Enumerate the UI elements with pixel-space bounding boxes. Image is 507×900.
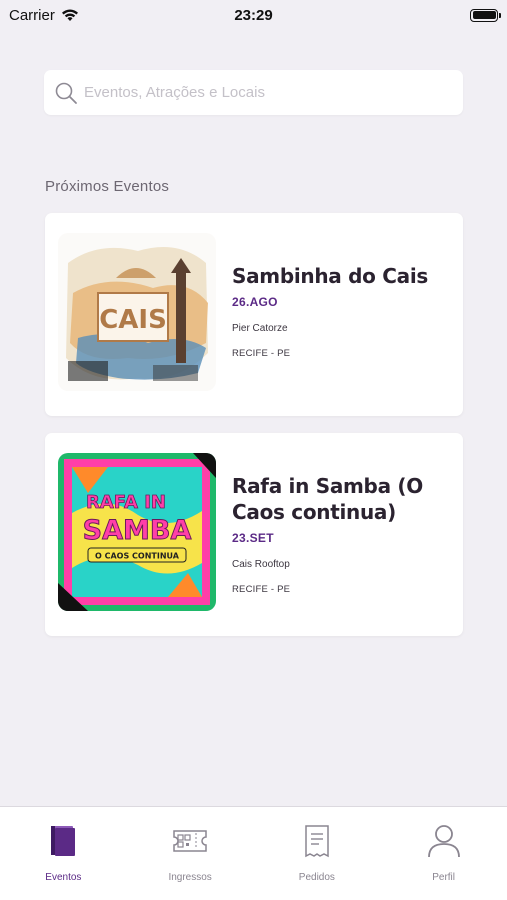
event-venue: Pier Catorze xyxy=(232,323,288,334)
tab-eventos[interactable]: Eventos xyxy=(0,807,127,900)
tab-label: Ingressos xyxy=(168,872,212,883)
tab-pedidos[interactable]: Pedidos xyxy=(254,807,381,900)
event-title[interactable]: Rafa in Samba (O Caos continua) xyxy=(232,473,447,525)
search-icon xyxy=(55,82,77,104)
event-poster-rafa: RAFA IN SAMBA O CAOS CONTINUA xyxy=(58,453,216,611)
event-info: Rafa in Samba (O Caos continua) 23.SET C… xyxy=(232,473,447,595)
status-bar: Carrier 23:29 xyxy=(0,0,507,30)
tab-ingressos[interactable]: Ingressos xyxy=(127,807,254,900)
event-date: 26.AGO xyxy=(232,295,278,309)
event-image-sambinha[interactable]: CAIS xyxy=(58,233,216,391)
wifi-icon xyxy=(61,9,78,21)
event-card-rafa-in-samba[interactable]: RAFA IN SAMBA O CAOS CONTINUA Rafa in Sa… xyxy=(45,433,463,636)
search-input[interactable] xyxy=(84,84,444,101)
event-city: RECIFE - PE xyxy=(232,584,291,595)
poster-text-rafa-in: RAFA IN xyxy=(86,492,166,513)
event-poster-sambinha: CAIS xyxy=(58,233,216,391)
event-venue: Cais Rooftop xyxy=(232,559,290,570)
tab-perfil[interactable]: Perfil xyxy=(380,807,507,900)
poster-text-o-caos: O CAOS CONTINUA xyxy=(95,552,180,561)
event-card-sambinha[interactable]: CAIS Sambinha do Cais 26.AGO Pier Catorz… xyxy=(45,213,463,416)
person-icon xyxy=(426,823,462,859)
tab-bar: Eventos Ingressos Pedidos Perfil xyxy=(0,806,507,900)
event-title[interactable]: Sambinha do Cais xyxy=(232,263,447,289)
status-left: Carrier xyxy=(9,7,79,24)
search-bar[interactable] xyxy=(44,70,463,115)
calendar-book-icon xyxy=(45,823,81,859)
tab-label: Perfil xyxy=(432,872,456,883)
battery-icon xyxy=(470,8,501,22)
event-date: 23.SET xyxy=(232,531,274,545)
carrier-label: Carrier xyxy=(9,6,55,24)
poster-text-samba: SAMBA xyxy=(83,515,192,546)
tab-label: Eventos xyxy=(45,872,82,883)
receipt-icon xyxy=(299,823,335,859)
ticket-qr-icon xyxy=(172,823,208,859)
event-info: Sambinha do Cais 26.AGO Pier Catorze REC… xyxy=(232,263,447,359)
section-title: Próximos Eventos xyxy=(45,178,170,195)
event-image-rafa-in-samba[interactable]: RAFA IN SAMBA O CAOS CONTINUA xyxy=(58,453,216,611)
event-city: RECIFE - PE xyxy=(232,348,291,359)
poster-text-cais: CAIS xyxy=(99,305,167,335)
tab-label: Pedidos xyxy=(298,872,335,883)
